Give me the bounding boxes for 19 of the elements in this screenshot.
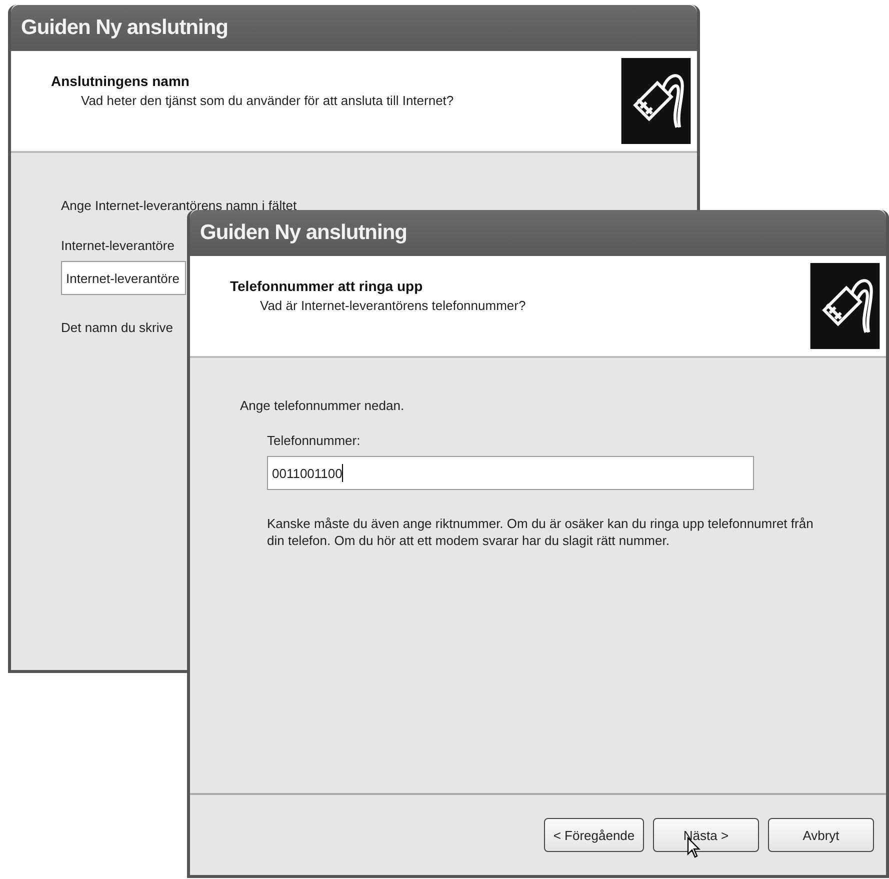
modem-plug-icon [621,58,691,144]
page-subtitle: Vad är Internet-leverantörens telefonnummer? [259,298,526,313]
hint-text: Kanske måste du även ange riktnummer. Om du är osäker kan du ringa upp telefonnumret från din telefon. Om du hör att ett modem svarar har du slagit rätt nummer. [267,516,814,550]
next-button[interactable]: Nästa > [653,818,759,852]
instruction-text: Ange telefonnummer nedan. [240,398,406,413]
back-button[interactable]: < Föregående [544,818,644,852]
instruction-text: Ange Internet-leverantörens namn i fältet [61,198,298,213]
window-title: Guiden Ny anslutning [11,5,697,51]
page-subtitle: Vad heter den tjänst som du använder för att ansluta till Internet? [80,93,454,108]
cancel-button[interactable]: Avbryt [768,818,874,852]
input-field[interactable]: 0011001100 [267,456,754,490]
page-title: Anslutningens namn [51,73,190,89]
window-title: Guiden Ny anslutning [190,210,886,256]
modem-plug-icon [810,263,880,349]
hint-text: Det namn du skrive [61,320,174,337]
field-label: Internet-leverantöre [61,238,176,253]
field-label: Telefonnummer: [266,433,362,448]
input-field[interactable]: Internet-leverantöre [61,261,186,295]
page-title: Telefonnummer att ringa upp [230,278,424,294]
